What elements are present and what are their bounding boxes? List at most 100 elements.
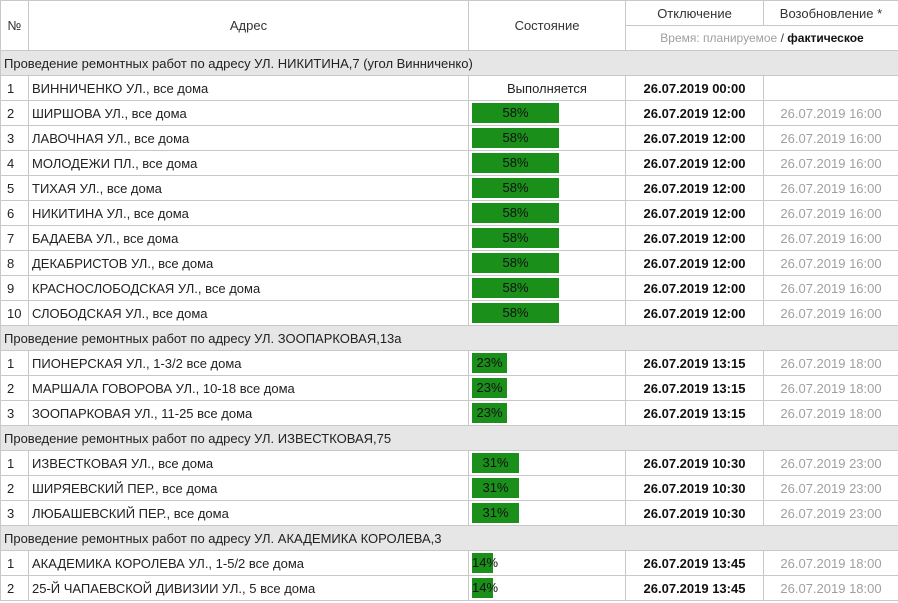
row-off-time: 26.07.2019 12:00 xyxy=(625,150,764,176)
row-address: ТИХАЯ УЛ., все дома xyxy=(28,175,469,201)
row-address: ЗООПАРКОВАЯ УЛ., 11-25 все дома xyxy=(28,400,469,426)
row-state: 58% xyxy=(468,250,626,276)
progress-bar: 14% xyxy=(472,578,622,598)
row-restore-time: 26.07.2019 18:00 xyxy=(763,550,898,576)
row-state: 31% xyxy=(468,475,626,501)
row-address: КРАСНОСЛОБОДСКАЯ УЛ., все дома xyxy=(28,275,469,301)
row-state: 31% xyxy=(468,500,626,526)
progress-label: 58% xyxy=(502,230,529,245)
row-state: 58% xyxy=(468,300,626,326)
row-address: БАДАЕВА УЛ., все дома xyxy=(28,225,469,251)
row-address: МАРШАЛА ГОВОРОВА УЛ., 10-18 все дома xyxy=(28,375,469,401)
row-restore-time: 26.07.2019 16:00 xyxy=(763,175,898,201)
table-row: 2 25-Й ЧАПАЕВСКОЙ ДИВИЗИИ УЛ., 5 все дома… xyxy=(0,575,898,601)
progress-label: 23% xyxy=(476,355,503,370)
time-planned: планируемое xyxy=(703,31,778,45)
row-state: 23% xyxy=(468,375,626,401)
group-title: Проведение ремонтных работ по адресу УЛ.… xyxy=(0,425,898,451)
header-state: Состояние xyxy=(468,0,626,51)
progress-label: 31% xyxy=(482,505,509,520)
progress-label: 14% xyxy=(472,555,499,570)
row-number: 6 xyxy=(0,200,29,226)
progress-label: 58% xyxy=(502,130,529,145)
row-restore-time: 26.07.2019 18:00 xyxy=(763,400,898,426)
row-state: 58% xyxy=(468,225,626,251)
row-off-time: 26.07.2019 10:30 xyxy=(625,500,764,526)
progress-bar: 58% xyxy=(472,178,622,198)
row-number: 1 xyxy=(0,350,29,376)
progress-bar: 14% xyxy=(472,553,622,573)
table-row: 2 ШИРШОВА УЛ., все дома 58% 26.07.2019 12:0… xyxy=(0,100,898,126)
row-restore-time: 26.07.2019 16:00 xyxy=(763,300,898,326)
progress-bar: 58% xyxy=(472,153,622,173)
header-restore: Возобновление * xyxy=(763,0,898,26)
row-state: 58% xyxy=(468,275,626,301)
row-address: ЛАВОЧНАЯ УЛ., все дома xyxy=(28,125,469,151)
progress-label: 58% xyxy=(502,305,529,320)
row-restore-time: 26.07.2019 16:00 xyxy=(763,275,898,301)
table-row: 4 МОЛОДЕЖИ ПЛ., все дома 58% 26.07.2019 12:… xyxy=(0,150,898,176)
time-prefix: Время: xyxy=(660,31,700,45)
progress-label: 23% xyxy=(476,405,503,420)
row-state: 58% xyxy=(468,125,626,151)
row-off-time: 26.07.2019 12:00 xyxy=(625,175,764,201)
row-address: НИКИТИНА УЛ., все дома xyxy=(28,200,469,226)
row-off-time: 26.07.2019 12:00 xyxy=(625,250,764,276)
row-number: 10 xyxy=(0,300,29,326)
row-state: 58% xyxy=(468,100,626,126)
progress-label: 31% xyxy=(482,480,509,495)
progress-label: 58% xyxy=(502,205,529,220)
progress-bar: 31% xyxy=(472,453,622,473)
row-number: 1 xyxy=(0,75,29,101)
row-number: 2 xyxy=(0,375,29,401)
row-number: 3 xyxy=(0,125,29,151)
row-restore-time: 26.07.2019 18:00 xyxy=(763,575,898,601)
row-address: ПИОНЕРСКАЯ УЛ., 1-3/2 все дома xyxy=(28,350,469,376)
table-row: 6 НИКИТИНА УЛ., все дома 58% 26.07.2019 12:… xyxy=(0,200,898,226)
table-row: 9 КРАСНОСЛОБОДСКАЯ УЛ., все дома 58% 26.07.… xyxy=(0,275,898,301)
row-number: 5 xyxy=(0,175,29,201)
progress-label: 58% xyxy=(502,280,529,295)
row-off-time: 26.07.2019 00:00 xyxy=(625,75,764,101)
group-title: Проведение ремонтных работ по адресу УЛ.… xyxy=(0,525,898,551)
row-restore-time: 26.07.2019 23:00 xyxy=(763,475,898,501)
row-off-time: 26.07.2019 12:00 xyxy=(625,100,764,126)
row-number: 2 xyxy=(0,100,29,126)
progress-label: 58% xyxy=(502,105,529,120)
outages-table: № Адрес Состояние Отключение Возобновлен… xyxy=(0,0,898,601)
row-address: СЛОБОДСКАЯ УЛ., все дома xyxy=(28,300,469,326)
progress-label: 23% xyxy=(476,380,503,395)
table-row: 3 ЛЮБАШЕВСКИЙ ПЕР., все дома 31% 26.07.2019… xyxy=(0,500,898,526)
table-body: Проведение ремонтных работ по адресу УЛ.… xyxy=(0,50,898,601)
time-slash: / xyxy=(780,31,784,45)
table-row: 7 БАДАЕВА УЛ., все дома 58% 26.07.2019 12:0… xyxy=(0,225,898,251)
table-row: 1 АКАДЕМИКА КОРОЛЕВА УЛ., 1-5/2 все дома 1… xyxy=(0,550,898,576)
progress-label: 58% xyxy=(502,180,529,195)
progress-bar: 58% xyxy=(472,253,622,273)
row-number: 7 xyxy=(0,225,29,251)
row-off-time: 26.07.2019 10:30 xyxy=(625,475,764,501)
progress-bar: 23% xyxy=(472,378,622,398)
progress-label: 31% xyxy=(482,455,509,470)
row-off-time: 26.07.2019 13:45 xyxy=(625,550,764,576)
header-time-legend: Время: планируемое / фактическое xyxy=(625,25,898,51)
row-address: ШИРЯЕВСКИЙ ПЕР., все дома xyxy=(28,475,469,501)
row-state: 14% xyxy=(468,575,626,601)
row-state: 23% xyxy=(468,350,626,376)
row-address: ЛЮБАШЕВСКИЙ ПЕР., все дома xyxy=(28,500,469,526)
progress-bar: 31% xyxy=(472,478,622,498)
row-off-time: 26.07.2019 12:00 xyxy=(625,300,764,326)
row-number: 1 xyxy=(0,550,29,576)
table-row: 1 ПИОНЕРСКАЯ УЛ., 1-3/2 все дома 23% 26.07.… xyxy=(0,350,898,376)
row-restore-time: 26.07.2019 18:00 xyxy=(763,350,898,376)
table-row: 10 СЛОБОДСКАЯ УЛ., все дома 58% 26.07.2019 … xyxy=(0,300,898,326)
table-row: 2 ШИРЯЕВСКИЙ ПЕР., все дома 31% 26.07.2019 … xyxy=(0,475,898,501)
table-row: 2 МАРШАЛА ГОВОРОВА УЛ., 10-18 все дома 23%… xyxy=(0,375,898,401)
progress-bar: 58% xyxy=(472,203,622,223)
progress-bar: 23% xyxy=(472,353,622,373)
group-header-row: Проведение ремонтных работ по адресу УЛ.… xyxy=(0,525,898,551)
row-address: ИЗВЕСТКОВАЯ УЛ., все дома xyxy=(28,450,469,476)
row-address: АКАДЕМИКА КОРОЛЕВА УЛ., 1-5/2 все дома xyxy=(28,550,469,576)
group-header-row: Проведение ремонтных работ по адресу УЛ.… xyxy=(0,50,898,76)
row-state: 14% xyxy=(468,550,626,576)
